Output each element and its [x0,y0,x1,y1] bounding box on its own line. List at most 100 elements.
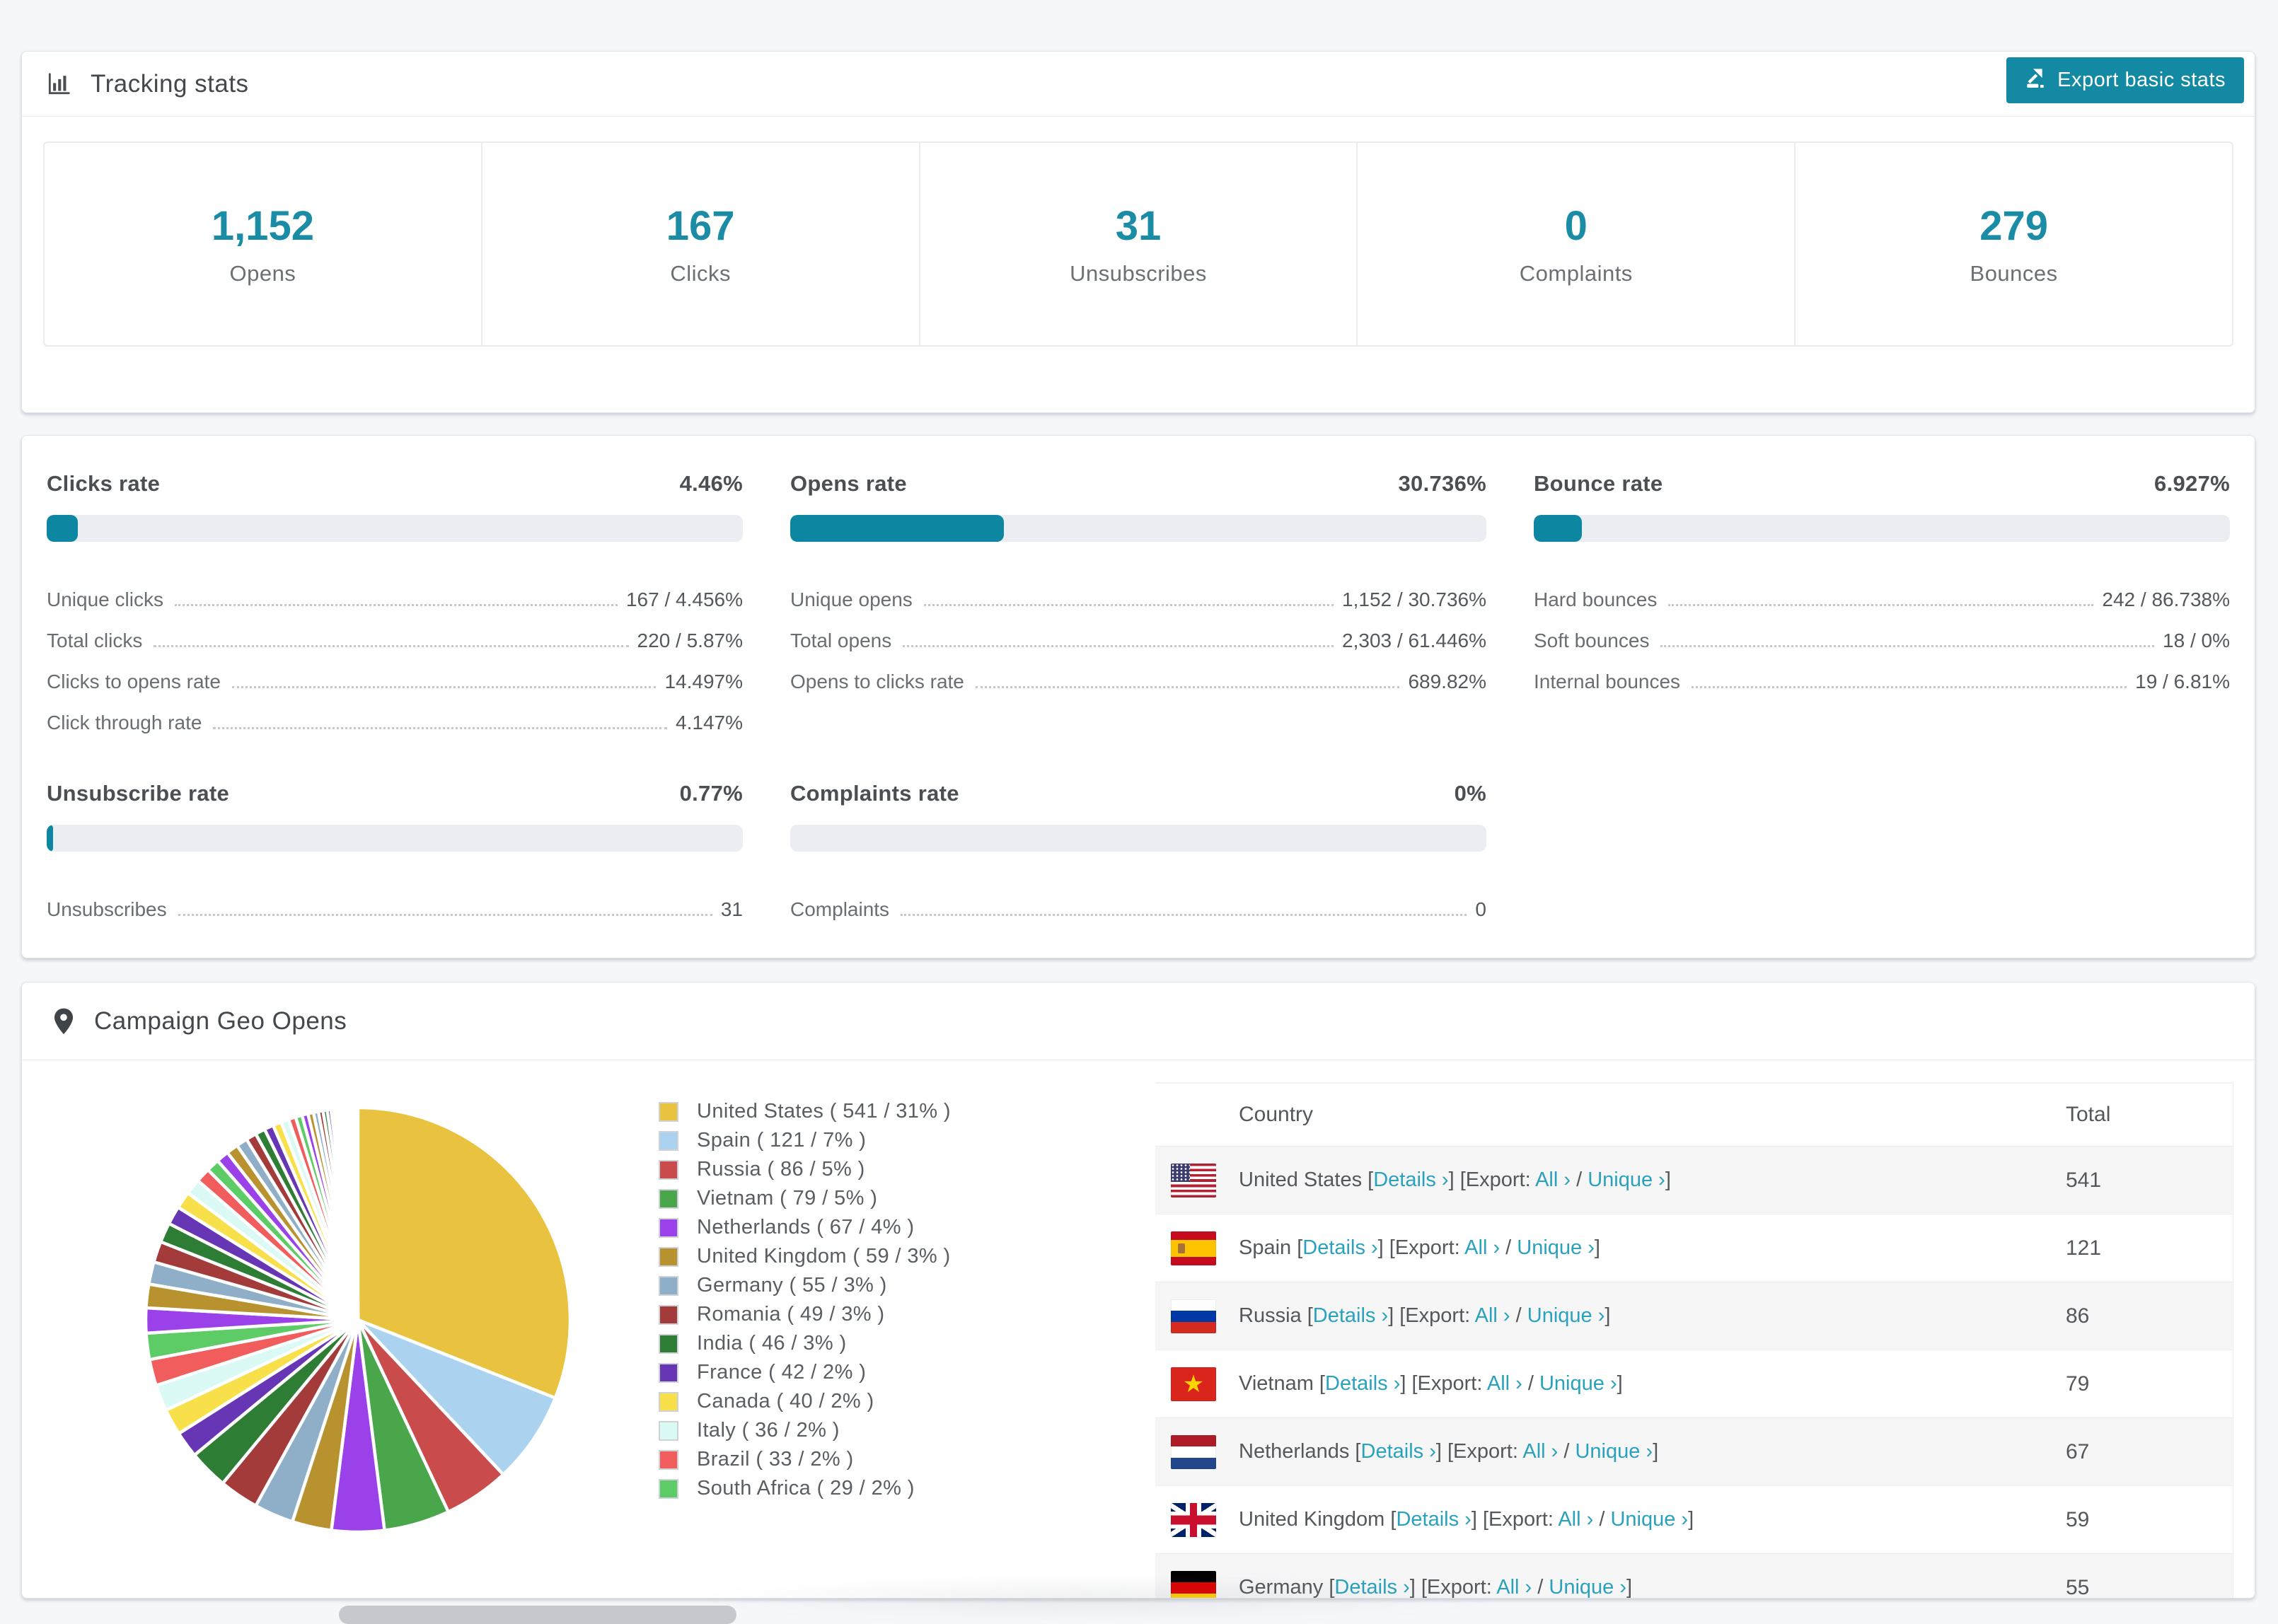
total-value: 121 [2066,1236,2102,1260]
geo-table-row-vietnam: Vietnam [Details ›] [Export: All › / Uni… [1155,1350,2233,1417]
legend-label: United States ( 541 / 31% ) [697,1100,951,1123]
bracket-text: [ [1313,1372,1325,1395]
dotted-leader [174,604,618,606]
export-unique-link[interactable]: Unique › [1575,1440,1653,1463]
rate-section-head: Complaints rate 0% [790,781,1486,806]
bracket-text: ] [Export: [1388,1304,1475,1327]
export-all-link[interactable]: All › [1558,1508,1593,1531]
rate-row-label: Opens to clicks rate [790,671,964,692]
total-value: 59 [2066,1507,2090,1531]
rate-row-label: Hard bounces [1534,588,1658,610]
bracket-text: / [1532,1576,1549,1599]
export-all-link[interactable]: All › [1487,1372,1522,1395]
details-link[interactable]: Details › [1361,1440,1436,1463]
export-unique-link[interactable]: Unique › [1610,1508,1688,1531]
legend-item-india: India ( 46 / 3% ) [659,1329,951,1358]
geo-pie-chart [144,1106,572,1534]
tracking-stats-header: Tracking stats Export basic stats [22,52,2255,117]
legend-swatch [659,1333,678,1354]
details-link[interactable]: Details › [1396,1508,1471,1531]
rate-row-value: 167 / 4.456% [625,588,743,610]
rate-rows: Unique clicks 167 / 4.456% Total clicks 220… [47,570,743,734]
rate-section-head: Bounce rate 6.927% [1534,471,2230,497]
rate-value: 30.736% [1398,471,1486,496]
stat-value: 31 [1115,202,1162,249]
details-link[interactable]: Details › [1325,1372,1400,1395]
legend-label: Brazil ( 33 / 2% ) [697,1448,854,1471]
progress-bar [790,825,1486,852]
dotted-leader [213,727,668,729]
horizontal-scrollbar-thumb[interactable] [339,1606,736,1624]
dotted-leader [901,914,1467,916]
legend-swatch [659,1159,678,1180]
legend-item-vietnam: Vietnam ( 79 / 5% ) [659,1184,951,1213]
geo-header: Campaign Geo Opens [22,982,2255,1060]
geo-title: Campaign Geo Opens [94,1007,347,1035]
flag-united-kingdom-icon [1171,1502,1216,1537]
rate-row-value: 220 / 5.87% [637,630,743,651]
export-unique-link[interactable]: Unique › [1549,1576,1626,1598]
legend-label: United Kingdom ( 59 / 3% ) [697,1245,951,1268]
dotted-leader [903,645,1334,647]
rate-section-head: Clicks rate 4.46% [47,471,743,497]
rate-row-label: Unique opens [790,588,913,610]
rate-section-clicks-rate: Clicks rate 4.46% Unique clicks 167 / 4.456… [47,471,743,734]
export-all-link[interactable]: All › [1535,1168,1571,1191]
legend-label: Italy ( 36 / 2% ) [697,1419,840,1442]
rate-section-head: Unsubscribe rate 0.77% [47,781,743,806]
country-column-header: Country [1239,1103,1314,1126]
export-unique-link[interactable]: Unique › [1588,1168,1665,1191]
legend-swatch [659,1304,678,1325]
rate-row-value: 14.497% [664,671,743,692]
export-icon [2025,66,2047,95]
rate-section-bounce-rate: Bounce rate 6.927% Hard bounces 242 / 86.73… [1534,471,2230,734]
country-cell: Spain [Details ›] [Export: All › / Uniqu… [1216,1236,2066,1260]
bracket-text: ] [Export: [1448,1168,1536,1191]
details-link[interactable]: Details › [1302,1236,1377,1259]
rate-row-value: 31 [720,898,743,920]
legend-item-brazil: Brazil ( 33 / 2% ) [659,1445,951,1474]
export-all-link[interactable]: All › [1475,1304,1510,1327]
rate-rows: Unsubscribes 31 [47,880,743,921]
details-link[interactable]: Details › [1313,1304,1388,1327]
flag-vietnam-icon [1171,1367,1216,1401]
export-unique-link[interactable]: Unique › [1539,1372,1617,1395]
export-all-link[interactable]: All › [1522,1440,1558,1463]
flag-netherlands-icon [1171,1434,1216,1469]
rate-row-label: Internal bounces [1534,671,1681,692]
legend-swatch [659,1449,678,1470]
geo-table-row-spain: Spain [Details ›] [Export: All › / Uniqu… [1155,1214,2233,1282]
rate-title: Unsubscribe rate [47,781,230,806]
stat-label: Complaints [1519,260,1633,286]
total-value: 541 [2066,1168,2102,1192]
legend-swatch [659,1101,678,1122]
bar-chart-icon [45,71,72,98]
legend-swatch [659,1391,678,1412]
flag-spain-icon [1171,1231,1216,1265]
rate-section-complaints-rate: Complaints rate 0% Complaints 0 [790,781,1486,921]
details-link[interactable]: Details › [1373,1168,1448,1191]
export-all-link[interactable]: All › [1464,1236,1500,1259]
stat-box-complaints: 0 Complaints [1358,143,1796,345]
rate-row-value: 0 [1475,898,1486,920]
bracket-text: [ [1301,1304,1313,1327]
dotted-leader [231,686,657,688]
rate-row-value: 19 / 6.81% [2135,671,2230,692]
rates-grid: Clicks rate 4.46% Unique clicks 167 / 4.456… [22,436,2255,921]
legend-item-united-kingdom: United Kingdom ( 59 / 3% ) [659,1242,951,1271]
legend-label: Canada ( 40 / 2% ) [697,1390,874,1413]
bracket-text: [ [1384,1508,1397,1531]
export-unique-link[interactable]: Unique › [1517,1236,1595,1259]
country-name: Russia [1239,1304,1302,1327]
rate-section-head: Opens rate 30.736% [790,471,1486,497]
country-cell: United States [Details ›] [Export: All ›… [1216,1168,2066,1192]
bracket-text: / [1510,1304,1527,1327]
page-shadow-artifact [693,1574,1507,1621]
rate-title: Bounce rate [1534,471,1663,496]
export-basic-stats-button[interactable]: Export basic stats [2006,57,2244,103]
export-unique-link[interactable]: Unique › [1527,1304,1605,1327]
progress-bar [1534,515,2230,542]
tracking-stats-card: Tracking stats Export basic stats 1,152 O… [21,51,2255,413]
geo-legend: United States ( 541 / 31% ) Spain ( 121 /… [659,1097,951,1503]
legend-label: Germany ( 55 / 3% ) [697,1274,887,1297]
